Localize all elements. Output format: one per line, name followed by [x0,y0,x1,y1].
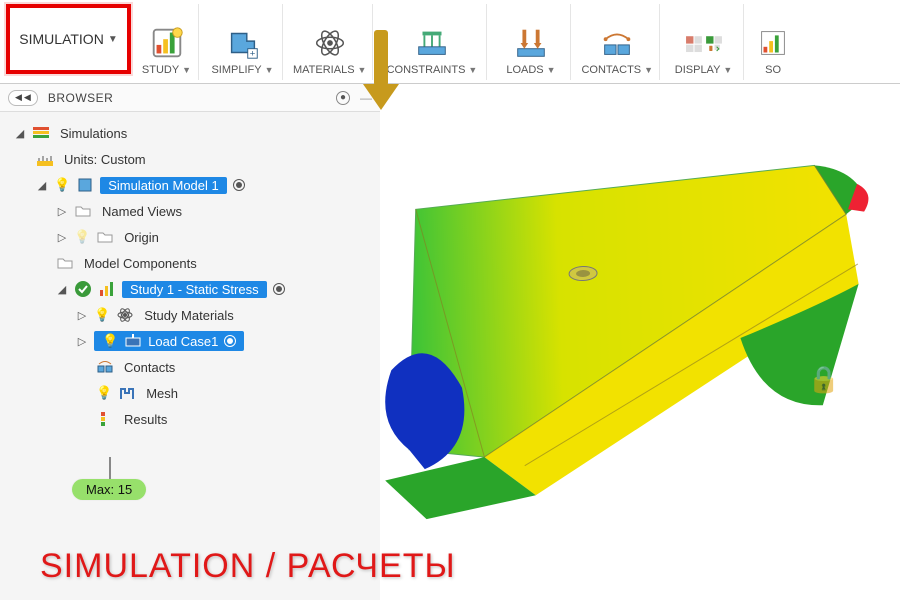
check-icon [74,280,92,298]
caret-down-icon[interactable]: ◢ [36,179,48,192]
tool-contacts[interactable]: CONTACTS▼ [575,4,660,80]
lightbulb-icon[interactable]: 💡 [54,177,70,193]
atom-icon [116,306,134,324]
chevron-down-icon: ▼ [358,65,367,75]
chevron-down-icon: ▼ [265,65,274,75]
tree-label: Results [120,411,171,428]
tool-constraints[interactable]: CONSTRAINTS▼ [377,4,487,80]
badge-text: Max: 15 [86,482,132,497]
solve-icon [754,24,792,62]
folder-icon [96,228,114,246]
caret-right-icon[interactable]: ▷ [76,309,88,322]
chevron-down-icon: ▼ [547,65,556,75]
tool-label: SIMPLIFY [211,64,261,76]
browser-title: BROWSER [48,91,336,105]
browser-header: ◀ ◀ BROWSER ● — [0,84,380,112]
tree-label: Mesh [142,385,182,402]
workspace-switcher[interactable]: SIMULATION ▼ [6,4,131,74]
lightbulb-icon[interactable]: 💡 [94,307,110,323]
tool-solve[interactable]: SO [748,4,798,80]
browser-options[interactable]: ● [336,91,350,105]
tool-loads[interactable]: LOADS ▼ [491,4,571,80]
results-icon [96,410,114,428]
caret-right-icon[interactable]: ▷ [76,335,88,348]
caret-down-icon[interactable]: ◢ [14,127,26,140]
tree-label: Simulation Model 1 [100,177,227,194]
loads-icon [512,24,550,62]
lock-icon: 🔒 [808,364,840,395]
tree-label: Named Views [98,203,186,220]
tool-label: MATERIALS [293,64,355,76]
chevron-down-icon: ▼ [182,65,191,75]
constraints-icon [413,24,451,62]
folder-icon [56,254,74,272]
contacts-icon [598,24,636,62]
tree-label: Origin [120,229,163,246]
materials-icon [311,24,349,62]
chevron-down-icon: ▼ [644,65,653,75]
tool-label: DISPLAY [675,64,721,76]
page-caption: SIMULATION / РАСЧЕТЫ [40,547,456,586]
tree-label: Model Components [80,255,201,272]
loadcase-icon [124,332,142,350]
model-icon [76,176,94,194]
tool-label: STUDY [142,64,179,76]
tree-label: Simulations [56,125,131,142]
tool-label: CONSTRAINTS [387,64,466,76]
ribbon-toolbar: SIMULATION ▼ STUDY▼ + SIMPLIFY▼ MATERIAL… [0,0,900,84]
fea-model[interactable] [213,102,900,556]
3d-viewport[interactable]: Min: 0.2236 [380,84,900,600]
tool-simplify[interactable]: + SIMPLIFY ▼ [203,4,283,80]
caret-right-icon[interactable]: ▷ [56,205,68,218]
chevron-down-icon: ▼ [108,34,118,45]
tool-label: LOADS [506,64,543,76]
mesh-icon [118,384,136,402]
caret-down-icon[interactable]: ◢ [56,283,68,296]
tool-label: CONTACTS [581,64,641,76]
display-icon [685,24,723,62]
lightbulb-icon[interactable]: 💡 [96,385,112,401]
study-icon [148,24,186,62]
tree-label: Units: Custom [60,151,150,168]
tool-study[interactable]: STUDY▼ [135,4,199,80]
browser-collapse-toggle[interactable]: ◀ ◀ [8,90,38,106]
folder-icon [74,202,92,220]
study-bars-icon [98,280,116,298]
lightbulb-off-icon[interactable]: 💡 [74,229,90,245]
tool-label: SO [765,64,781,76]
caret-right-icon[interactable]: ▷ [56,231,68,244]
simplify-icon: + [224,24,262,62]
tool-materials[interactable]: MATERIALS▼ [287,4,373,80]
tree-label: Load Case1 [148,334,218,349]
simulation-set-icon [32,124,50,142]
max-result-badge: Max: 15 [72,479,146,500]
contacts-icon [96,358,114,376]
workspace-label: SIMULATION [19,31,104,47]
chevron-down-icon: ▼ [468,65,477,75]
chevron-left-icon: ◀ [24,92,31,103]
lightbulb-icon[interactable]: 💡 [102,333,118,349]
tree-label: Contacts [120,359,179,376]
tool-display[interactable]: DISPLAY▼ [664,4,744,80]
chevron-left-icon: ◀ [15,92,22,103]
svg-text:+: + [249,48,255,59]
units-icon [36,150,54,168]
chevron-down-icon: ▼ [723,65,732,75]
